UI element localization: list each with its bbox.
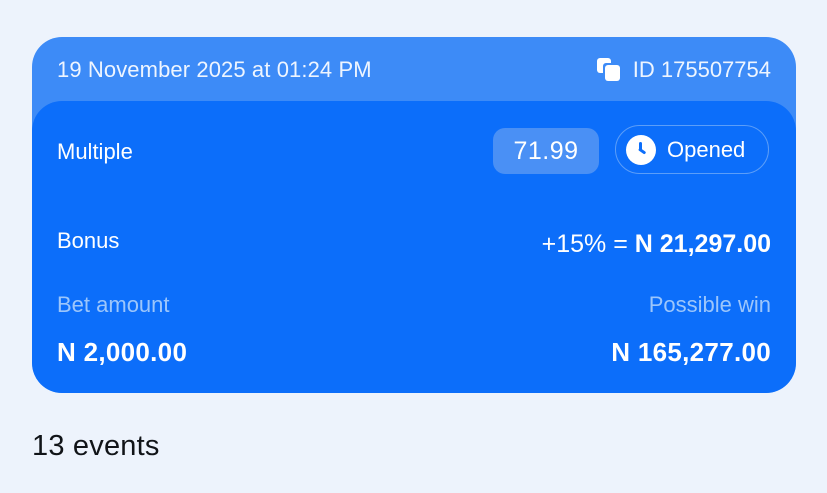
possible-win-value: N 165,277.00	[611, 337, 771, 367]
odds-badge: 71.99	[493, 128, 599, 174]
ticket-date: 19 November 2025 at 01:24 PM	[57, 57, 372, 82]
ticket-header: 19 November 2025 at 01:24 PM ID 17550775…	[32, 37, 796, 101]
status-badge: Opened	[615, 125, 769, 174]
bet-type-label: Multiple	[57, 139, 133, 164]
bonus-value: +15% = N 21,297.00	[542, 230, 771, 259]
ticket-body: Multiple 71.99 Opened Bonus +15% = N 21,…	[32, 101, 796, 393]
clock-icon	[626, 134, 656, 165]
status-label: Opened	[667, 136, 746, 162]
bet-amount-label: Bet amount	[57, 292, 170, 317]
possible-win-label: Possible win	[648, 292, 771, 317]
bet-amount-value: N 2,000.00	[57, 337, 188, 367]
bonus-label: Bonus	[57, 228, 120, 253]
events-count-heading: 13 events	[32, 430, 160, 462]
copy-icon[interactable]	[596, 58, 621, 82]
bet-ticket-card[interactable]: 19 November 2025 at 01:24 PM ID 17550775…	[32, 37, 796, 393]
ticket-id-label: ID 175507754	[632, 57, 771, 82]
bonus-percent: +15% =	[541, 230, 635, 258]
ticket-id[interactable]: ID 175507754	[596, 57, 771, 83]
bonus-amount: N 21,297.00	[634, 230, 771, 258]
